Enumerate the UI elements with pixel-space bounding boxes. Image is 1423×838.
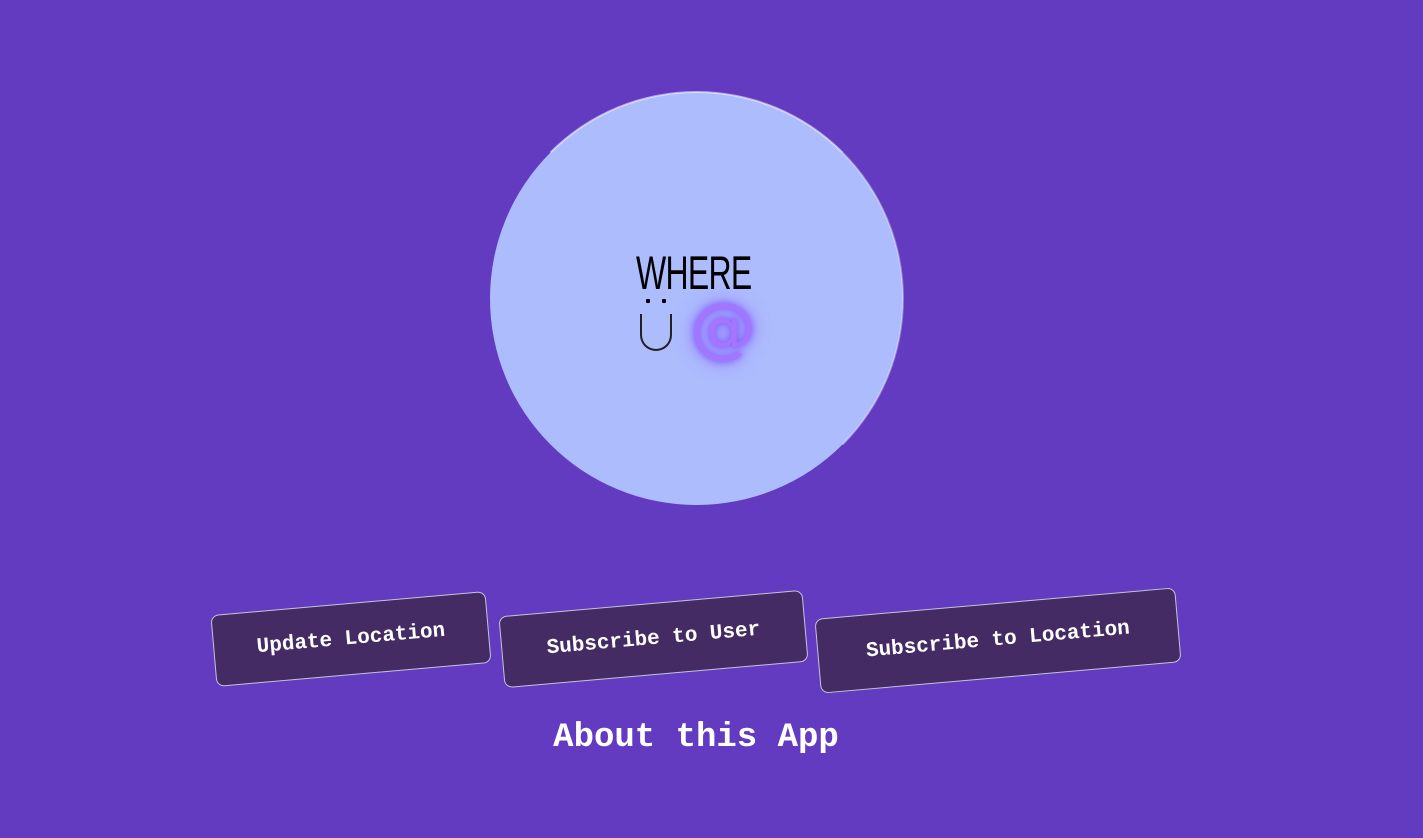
logo-u-letter (640, 314, 672, 351)
update-location-button[interactable]: Update Location (210, 591, 492, 687)
about-this-app-link[interactable]: About this App (0, 716, 1392, 760)
umlaut-dot-right (662, 299, 666, 303)
logo-at-symbol-icon: @ (690, 289, 756, 366)
umlaut-dot-left (646, 299, 650, 303)
subscribe-to-user-button[interactable]: Subscribe to User (498, 589, 809, 689)
logo-umlaut-dots (644, 299, 674, 305)
subscribe-to-location-button[interactable]: Subscribe to Location (814, 587, 1182, 694)
